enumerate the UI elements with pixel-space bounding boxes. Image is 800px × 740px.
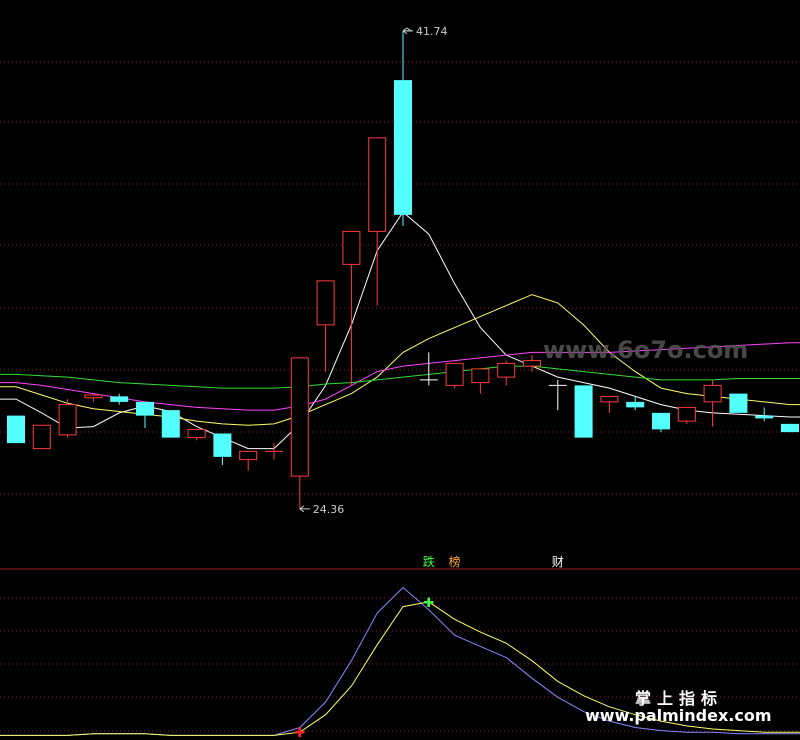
candle-body	[187, 428, 206, 439]
candle-body	[755, 415, 774, 419]
candle-body	[32, 424, 51, 450]
candle	[239, 450, 258, 471]
candle-body	[497, 362, 516, 378]
watermark-url: www.palmindex.com	[585, 706, 772, 725]
oscillator-marker-1: ✚	[294, 726, 305, 740]
candle-body	[58, 404, 77, 436]
candle-body	[136, 401, 154, 416]
candle	[445, 362, 464, 389]
candle	[703, 379, 722, 427]
low-pointer	[299, 505, 310, 513]
oscillator-markers: ✚✚	[294, 596, 434, 740]
signal-marker-0: 跌	[423, 554, 435, 569]
candle	[84, 394, 103, 402]
candle	[290, 357, 309, 509]
candle	[781, 423, 799, 433]
candlesticks	[7, 30, 799, 509]
candle	[497, 360, 516, 386]
candle-body	[368, 137, 387, 232]
candle	[58, 399, 77, 438]
ma-line-3	[0, 365, 800, 389]
candle	[548, 379, 567, 411]
candle	[368, 137, 387, 306]
candle	[652, 412, 670, 433]
candle-body	[7, 415, 25, 444]
oscillator-marker-0: ✚	[423, 596, 434, 611]
candle-body	[213, 433, 232, 457]
candle	[265, 443, 283, 460]
candle-body	[574, 385, 593, 438]
candle-body	[445, 362, 464, 386]
candle	[755, 407, 774, 422]
candle-body	[316, 280, 335, 326]
candle-body	[652, 412, 670, 430]
candle	[729, 393, 748, 413]
candle-body	[161, 410, 180, 438]
candle	[161, 410, 180, 438]
candle	[7, 415, 25, 444]
candle	[600, 395, 619, 413]
candle-body	[471, 368, 490, 384]
candle	[110, 393, 129, 405]
candle-body	[523, 360, 541, 367]
candle-body	[729, 393, 748, 413]
candle-body	[110, 396, 129, 402]
candle-body	[290, 357, 309, 477]
signal-marker-2: 财	[552, 555, 564, 569]
candle	[32, 424, 51, 450]
low-price-label: 24.36	[313, 503, 345, 516]
candle-body	[703, 384, 722, 403]
candle-body	[394, 80, 412, 215]
candle	[419, 352, 438, 386]
candle-body	[342, 230, 361, 265]
candle-body	[600, 395, 619, 403]
candle	[394, 30, 412, 226]
candle	[187, 428, 206, 441]
price-labels: 41.74 24.36	[299, 25, 448, 516]
candle	[136, 401, 154, 428]
signal-marker-1: 榜	[449, 554, 461, 569]
candle	[574, 385, 593, 438]
candle-body	[239, 450, 258, 461]
stock-chart: 41.74 24.36 跌榜财 ✚✚ www.6o7o.com 掌上指标 www…	[0, 25, 800, 740]
candle	[471, 368, 490, 394]
watermark-top: www.6o7o.com	[543, 336, 748, 364]
candle-body	[84, 394, 103, 399]
candle-body	[677, 406, 696, 422]
signal-markers: 跌榜 财	[423, 554, 564, 569]
high-price-label: 41.74	[416, 25, 448, 38]
candle-body	[626, 401, 645, 408]
candle	[213, 433, 232, 466]
candle	[677, 406, 696, 424]
candle	[316, 280, 335, 372]
candle-body	[781, 423, 799, 433]
